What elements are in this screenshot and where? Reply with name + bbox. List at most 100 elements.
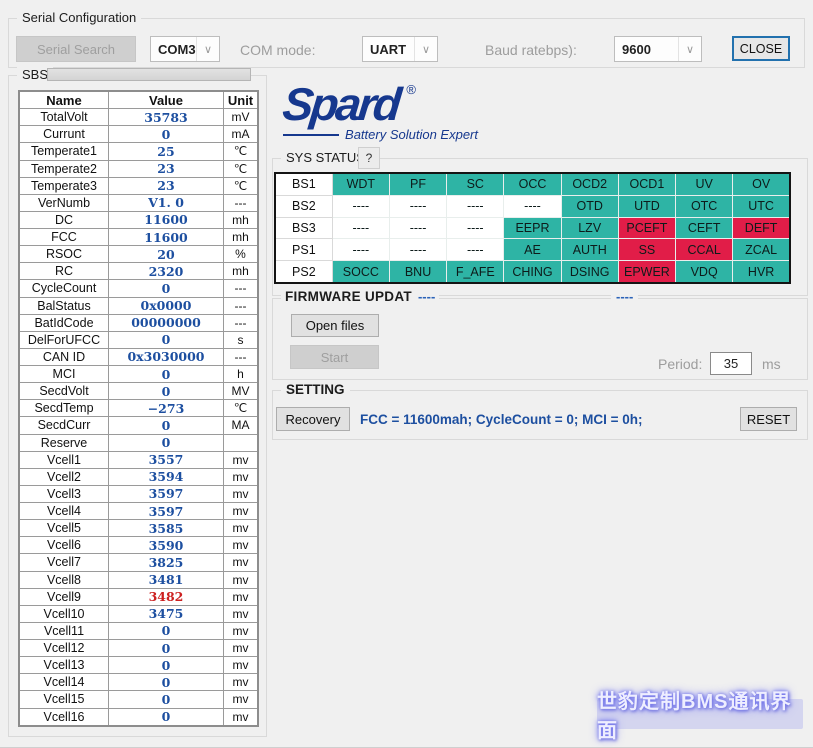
sbs-value-cell: 0 bbox=[109, 280, 224, 297]
status-flag-cell: OCC bbox=[504, 173, 561, 195]
status-flag-cell: PCEFT bbox=[618, 217, 675, 239]
com-mode-select[interactable]: UART ∨ bbox=[362, 36, 438, 62]
sbs-name-cell: TotalVolt bbox=[19, 109, 109, 126]
sbs-row-can-id: CAN ID0x3030000--- bbox=[19, 348, 258, 365]
sbs-unit-cell: ℃ bbox=[224, 177, 259, 194]
chevron-down-icon: ∨ bbox=[414, 37, 437, 61]
sbs-row-vcell7: Vcell73825mv bbox=[19, 554, 258, 571]
status-row-bs2: BS2----------------OTDUTDOTCUTC bbox=[275, 195, 790, 217]
sbs-name-cell: Temperate3 bbox=[19, 177, 109, 194]
sbs-name-cell: Vcell12 bbox=[19, 640, 109, 657]
sbs-unit-cell: mh bbox=[224, 263, 259, 280]
sbs-unit-cell: ℃ bbox=[224, 143, 259, 160]
sbs-unit-cell: MA bbox=[224, 417, 259, 434]
status-flag-cell: EEPR bbox=[504, 217, 561, 239]
sbs-value-cell: 0 bbox=[109, 126, 224, 143]
reset-button[interactable]: RESET bbox=[740, 407, 797, 431]
sbs-name-cell: Vcell6 bbox=[19, 537, 109, 554]
serial-search-button[interactable]: Serial Search bbox=[16, 36, 136, 62]
status-flag-cell: ---- bbox=[447, 217, 504, 239]
sbs-unit-cell: h bbox=[224, 366, 259, 383]
sbs-unit-cell: mv bbox=[224, 588, 259, 605]
sbs-row-delforufcc: DelForUFCC0s bbox=[19, 331, 258, 348]
sbs-value-cell: 0 bbox=[109, 331, 224, 348]
status-flag-cell: ---- bbox=[332, 217, 389, 239]
status-flag-cell: HVR bbox=[733, 261, 790, 283]
open-files-button[interactable]: Open files bbox=[291, 314, 379, 337]
sbs-unit-cell: % bbox=[224, 246, 259, 263]
sbs-row-balstatus: BalStatus0x0000--- bbox=[19, 297, 258, 314]
sbs-name-cell: Vcell8 bbox=[19, 571, 109, 588]
close-button[interactable]: CLOSE bbox=[732, 36, 790, 61]
start-button[interactable]: Start bbox=[290, 345, 379, 369]
status-flag-cell: ---- bbox=[447, 239, 504, 261]
sbs-name-cell: RSOC bbox=[19, 246, 109, 263]
sbs-unit-cell: --- bbox=[224, 297, 259, 314]
sbs-name-cell: Vcell16 bbox=[19, 708, 109, 726]
status-row-bs1: BS1WDTPFSCOCCOCD2OCD1UVOV bbox=[275, 173, 790, 195]
status-flag-cell: WDT bbox=[332, 173, 389, 195]
watermark-text: 世豹定制BMS通讯界面 bbox=[597, 699, 803, 729]
sbs-name-cell: BalStatus bbox=[19, 297, 109, 314]
sbs-row-secdcurr: SecdCurr0MA bbox=[19, 417, 258, 434]
sbs-row-vcell4: Vcell43597mv bbox=[19, 503, 258, 520]
sbs-progress-bar bbox=[47, 68, 251, 81]
sbs-row-vcell1: Vcell13557mv bbox=[19, 451, 258, 468]
sys-status-table: BS1WDTPFSCOCCOCD2OCD1UVOVBS2------------… bbox=[274, 172, 791, 284]
status-flag-cell: ---- bbox=[332, 239, 389, 261]
sbs-unit-cell: mv bbox=[224, 451, 259, 468]
sbs-unit-cell: ℃ bbox=[224, 400, 259, 417]
sbs-row-vcell3: Vcell33597mv bbox=[19, 485, 258, 502]
sbs-value-cell: 3475 bbox=[109, 605, 224, 622]
period-input[interactable] bbox=[710, 352, 752, 375]
status-flag-cell: LZV bbox=[561, 217, 618, 239]
sbs-unit-cell: mv bbox=[224, 657, 259, 674]
sbs-value-cell: 3481 bbox=[109, 571, 224, 588]
status-flag-cell: F_AFE bbox=[447, 261, 504, 283]
sbs-row-fcc: FCC11600mh bbox=[19, 229, 258, 246]
status-flag-cell: ---- bbox=[504, 195, 561, 217]
status-flag-cell: OV bbox=[733, 173, 790, 195]
baud-rate-value: 9600 bbox=[615, 37, 678, 61]
logo-underline bbox=[283, 134, 339, 136]
sbs-unit-cell: mv bbox=[224, 622, 259, 639]
sbs-row-mci: MCI0h bbox=[19, 366, 258, 383]
status-flag-cell: CCAL bbox=[676, 239, 733, 261]
logo-brand-text: Spard bbox=[281, 84, 401, 125]
firmware-update-title: FIRMWARE UPDAT ---- bbox=[281, 289, 439, 304]
sbs-unit-cell: ℃ bbox=[224, 160, 259, 177]
sbs-row-temperate2: Temperate223℃ bbox=[19, 160, 258, 177]
sbs-unit-cell: mh bbox=[224, 211, 259, 228]
sbs-value-cell: 0 bbox=[109, 640, 224, 657]
sbs-row-vcell2: Vcell23594mv bbox=[19, 468, 258, 485]
sbs-row-vcell15: Vcell150mv bbox=[19, 691, 258, 708]
sbs-value-cell: 23 bbox=[109, 177, 224, 194]
sbs-name-cell: Vcell15 bbox=[19, 691, 109, 708]
baud-rate-select[interactable]: 9600 ∨ bbox=[614, 36, 702, 62]
help-button[interactable]: ? bbox=[358, 147, 380, 169]
sbs-unit-cell: mv bbox=[224, 674, 259, 691]
sbs-name-cell: RC bbox=[19, 263, 109, 280]
sbs-unit-cell: mh bbox=[224, 229, 259, 246]
sbs-name-cell: SecdCurr bbox=[19, 417, 109, 434]
sbs-value-cell: 2320 bbox=[109, 263, 224, 280]
sbs-row-totalvolt: TotalVolt35783mV bbox=[19, 109, 258, 126]
com-port-select[interactable]: COM3 ∨ bbox=[150, 36, 220, 62]
sbs-header-row: NameValueUnit bbox=[19, 91, 258, 109]
sbs-row-vcell5: Vcell53585mv bbox=[19, 520, 258, 537]
sbs-value-cell: −273 bbox=[109, 400, 224, 417]
status-flag-cell: SS bbox=[618, 239, 675, 261]
sbs-unit-cell: mv bbox=[224, 571, 259, 588]
sbs-name-cell: VerNumb bbox=[19, 194, 109, 211]
sbs-name-cell: BatIdCode bbox=[19, 314, 109, 331]
sbs-row-secdtemp: SecdTemp−273℃ bbox=[19, 400, 258, 417]
sbs-unit-cell: mv bbox=[224, 468, 259, 485]
status-flag-cell: ---- bbox=[332, 195, 389, 217]
chevron-down-icon: ∨ bbox=[196, 37, 219, 61]
status-flag-cell: CEFT bbox=[676, 217, 733, 239]
sbs-name-cell: Temperate1 bbox=[19, 143, 109, 160]
sbs-value-cell: 25 bbox=[109, 143, 224, 160]
sbs-name-cell: Vcell11 bbox=[19, 622, 109, 639]
status-flag-cell: AE bbox=[504, 239, 561, 261]
recovery-button[interactable]: Recovery bbox=[276, 407, 350, 431]
